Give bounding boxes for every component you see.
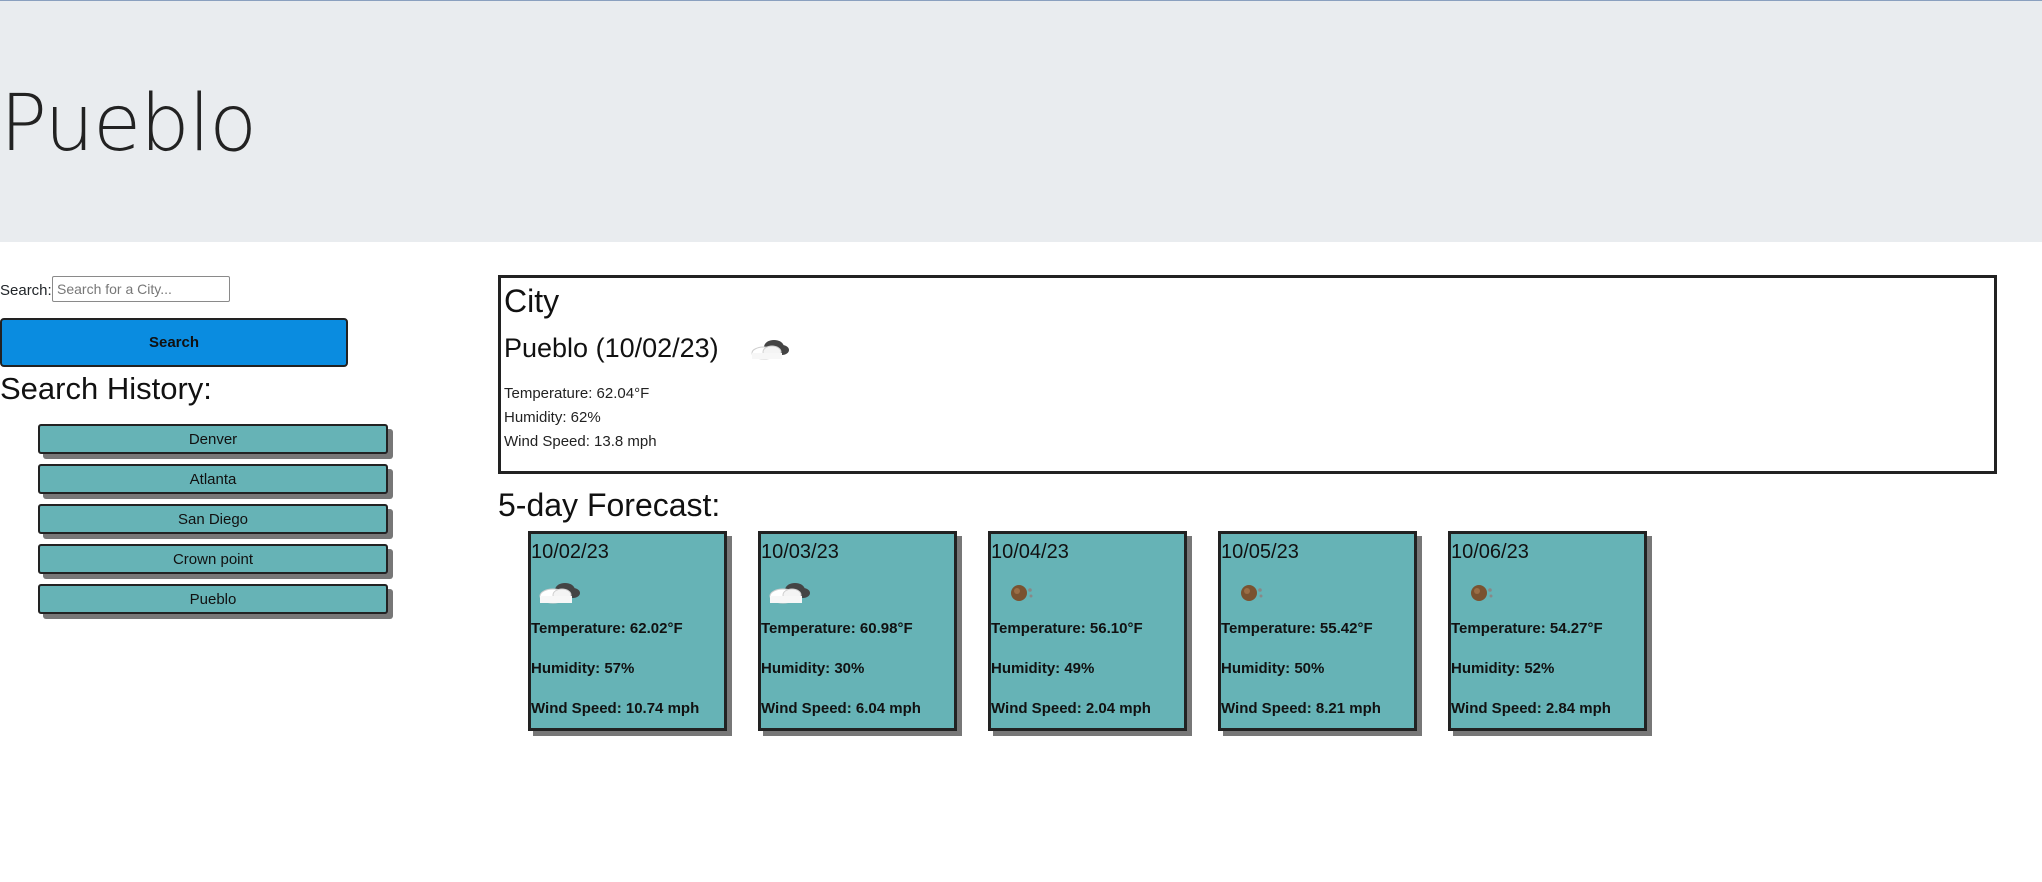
- cloudy-icon: [539, 583, 580, 604]
- search-input[interactable]: [52, 276, 230, 302]
- current-city-date: Pueblo (10/02/23): [504, 333, 719, 363]
- forecast-temperature: Temperature: 56.10°F: [991, 620, 1143, 637]
- history-item-atlanta[interactable]: Atlanta: [38, 464, 388, 494]
- search-button[interactable]: Search: [0, 318, 348, 367]
- forecast-humidity: Humidity: 49%: [991, 660, 1095, 677]
- forecast-card: 10/04/23 Temperature: 56.10°F Humidity: …: [988, 531, 1187, 731]
- forecast-wind-speed: Wind Speed: 2.84 mph: [1451, 700, 1611, 717]
- forecast-temperature: Temperature: 55.42°F: [1221, 620, 1373, 637]
- cloudy-icon: [751, 340, 789, 360]
- clear-sky-icon: [1011, 585, 1033, 601]
- header-banner: Pueblo: [0, 1, 2042, 242]
- search-label: Search:: [0, 282, 52, 299]
- clear-sky-icon: [1471, 585, 1493, 601]
- forecast-card: 10/05/23 Temperature: 55.42°F Humidity: …: [1218, 531, 1417, 731]
- forecast-wind-speed: Wind Speed: 2.04 mph: [991, 700, 1151, 717]
- current-weather-panel: City Pueblo (10/02/23) Temperature: 62.0…: [498, 275, 1997, 474]
- current-temperature: Temperature: 62.04°F: [504, 385, 650, 402]
- cloudy-icon: [769, 583, 810, 604]
- forecast-date: 10/03/23: [761, 541, 839, 563]
- page-title: Pueblo: [0, 79, 257, 169]
- forecast-temperature: Temperature: 60.98°F: [761, 620, 913, 637]
- forecast-wind-speed: Wind Speed: 10.74 mph: [531, 700, 700, 717]
- current-humidity: Humidity: 62%: [504, 409, 601, 426]
- forecast-temperature: Temperature: 62.02°F: [531, 620, 683, 637]
- history-item-pueblo[interactable]: Pueblo: [38, 584, 388, 614]
- forecast-date: 10/06/23: [1451, 541, 1529, 563]
- forecast-card: 10/06/23 Temperature: 54.27°F Humidity: …: [1448, 531, 1647, 731]
- history-item-san-diego[interactable]: San Diego: [38, 504, 388, 534]
- clear-sky-icon: [1241, 585, 1263, 601]
- forecast-date: 10/05/23: [1221, 541, 1299, 563]
- forecast-date: 10/04/23: [991, 541, 1069, 563]
- current-weather-heading: City: [504, 283, 560, 319]
- forecast-humidity: Humidity: 52%: [1451, 660, 1555, 677]
- forecast-card: 10/02/23 Temperature: 62.02°F Humidity: …: [528, 531, 727, 731]
- search-history-title: Search History:: [0, 371, 212, 406]
- forecast-wind-speed: Wind Speed: 6.04 mph: [761, 700, 921, 717]
- history-item-denver[interactable]: Denver: [38, 424, 388, 454]
- forecast-humidity: Humidity: 50%: [1221, 660, 1325, 677]
- forecast-wind-speed: Wind Speed: 8.21 mph: [1221, 700, 1381, 717]
- forecast-date: 10/02/23: [531, 541, 609, 563]
- forecast-temperature: Temperature: 54.27°F: [1451, 620, 1603, 637]
- history-item-crown-point[interactable]: Crown point: [38, 544, 388, 574]
- forecast-humidity: Humidity: 30%: [761, 660, 865, 677]
- forecast-humidity: Humidity: 57%: [531, 660, 635, 677]
- forecast-title: 5-day Forecast:: [498, 487, 721, 523]
- current-wind-speed: Wind Speed: 13.8 mph: [504, 433, 657, 450]
- forecast-card: 10/03/23 Temperature: 60.98°F Humidity: …: [758, 531, 957, 731]
